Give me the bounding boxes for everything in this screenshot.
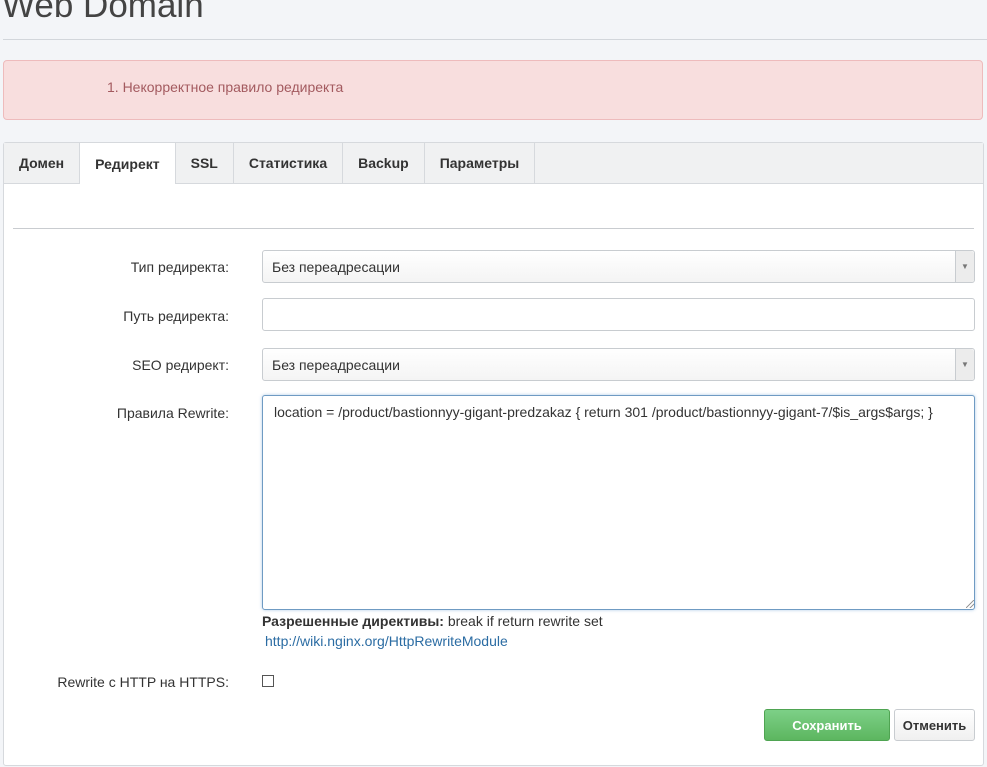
seo-redirect-value: Без переадресации <box>272 357 400 373</box>
save-button[interactable]: Сохранить <box>764 709 890 741</box>
https-rewrite-checkbox[interactable] <box>262 675 274 687</box>
alert-message: 1. Некорректное правило редиректа <box>107 79 344 95</box>
tab-statistics[interactable]: Статистика <box>234 143 344 183</box>
redirect-type-select[interactable]: Без переадресации ▼ <box>262 250 975 283</box>
tab-bar: Домен Редирект SSL Статистика Backup Пар… <box>4 143 983 184</box>
triangle-down-icon: ▼ <box>955 349 974 380</box>
settings-panel: Домен Редирект SSL Статистика Backup Пар… <box>3 142 984 766</box>
cancel-button[interactable]: Отменить <box>894 709 975 741</box>
allowed-directives-title: Разрешенные директивы: <box>262 613 444 629</box>
seo-redirect-select[interactable]: Без переадресации ▼ <box>262 348 975 381</box>
redirect-type-value: Без переадресации <box>272 259 400 275</box>
tab-domain[interactable]: Домен <box>4 143 81 183</box>
https-rewrite-label: Rewrite с HTTP на HTTPS: <box>57 674 229 690</box>
seo-redirect-label: SEO редирект: <box>132 357 229 373</box>
page-title: Web Domain <box>2 0 204 25</box>
redirect-type-label: Тип редиректа: <box>130 259 229 275</box>
redirect-path-input[interactable] <box>262 298 975 331</box>
nginx-rewrite-docs-link[interactable]: http://wiki.nginx.org/HttpRewriteModule <box>265 633 508 649</box>
title-divider <box>3 39 987 40</box>
tab-ssl[interactable]: SSL <box>176 143 234 183</box>
allowed-directives-list: break if return rewrite set <box>443 613 603 629</box>
resize-grip-icon[interactable] <box>966 600 974 608</box>
rewrite-rules-textarea[interactable]: location = /product/bastionnyy-gigant-pr… <box>262 395 975 610</box>
error-alert: 1. Некорректное правило редиректа <box>3 60 983 120</box>
triangle-down-icon: ▼ <box>955 251 974 282</box>
rewrite-rules-label: Правила Rewrite: <box>116 405 229 421</box>
tab-redirect[interactable]: Редирект <box>80 143 176 184</box>
redirect-path-label: Путь редиректа: <box>123 308 229 324</box>
allowed-directives-help: Разрешенные директивы: break if return r… <box>262 613 603 629</box>
tab-parameters[interactable]: Параметры <box>425 143 536 183</box>
section-divider <box>13 228 974 229</box>
tab-backup[interactable]: Backup <box>343 143 425 183</box>
